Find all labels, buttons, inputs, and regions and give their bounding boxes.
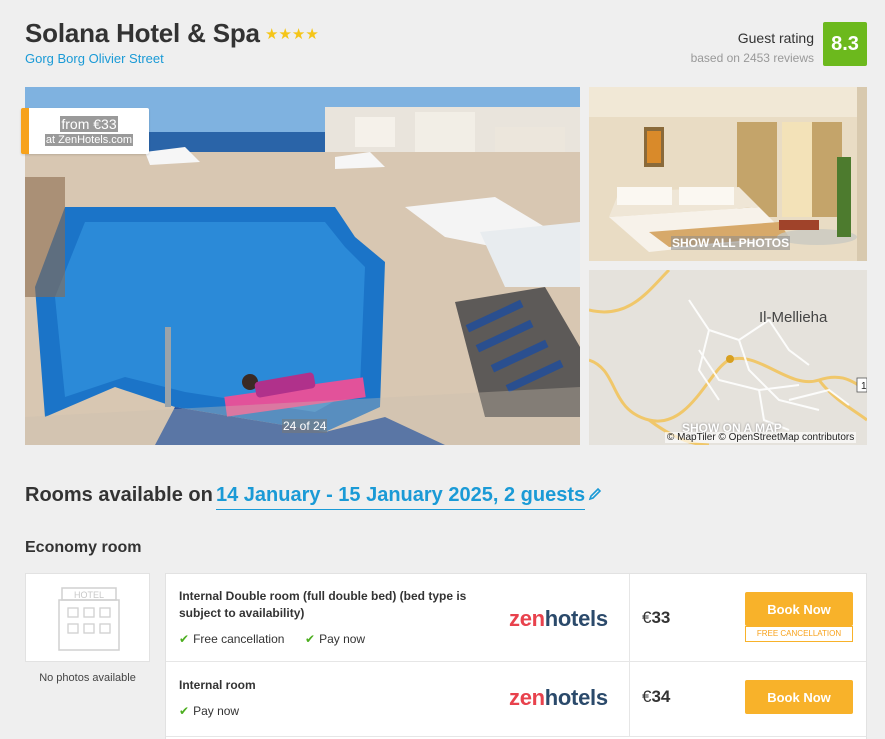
check-icon: ✔: [179, 704, 190, 718]
room-photo[interactable]: [589, 87, 867, 261]
show-all-photos-button[interactable]: SHOW ALL PHOTOS: [671, 236, 791, 250]
hotel-address-link[interactable]: Gorg Borg Olivier Street: [25, 51, 164, 66]
map-illustration: 1 Il-Mellieha: [589, 270, 867, 445]
free-cancellation-badge: FREE CANCELLATION: [745, 626, 853, 642]
star-rating-icon: ★★★★: [265, 26, 319, 43]
pencil-icon[interactable]: [588, 487, 602, 501]
feature-pay-now: ✔ Pay now: [305, 632, 366, 646]
guest-rating-label: Guest rating: [737, 30, 814, 46]
offer-room-name: Internal room: [179, 678, 256, 692]
price-tag: from €33 at ZenHotels.com: [21, 108, 149, 154]
svg-text:1: 1: [861, 381, 867, 392]
rooms-heading: Rooms available on: [25, 484, 213, 506]
map-place-label: Il-Mellieha: [759, 309, 828, 326]
offer-row: Internal Double room (full double bed) (…: [166, 574, 866, 662]
hotel-name: Solana Hotel & Spa: [25, 18, 260, 48]
location-map[interactable]: 1 Il-Mellieha: [589, 270, 867, 445]
no-photos-label: No photos available: [39, 672, 136, 684]
zenhotels-logo[interactable]: zenhotels: [509, 606, 608, 632]
no-photo-placeholder: HOTEL: [25, 573, 150, 662]
map-attribution[interactable]: © MapTiler © OpenStreetMap contributors: [665, 432, 857, 443]
book-now-button[interactable]: Book Now: [745, 592, 853, 626]
column-divider: [629, 574, 630, 661]
offer-room-name: Internal Double room (full double bed) (…: [179, 589, 467, 620]
dates-guests-link[interactable]: 14 January - 15 January 2025, 2 guests: [216, 484, 586, 510]
rating-score-badge: 8.3: [823, 22, 867, 66]
hotel-sign-text: HOTEL: [74, 590, 104, 600]
price-source: at ZenHotels.com: [44, 134, 134, 146]
zenhotels-logo[interactable]: zenhotels: [509, 685, 608, 711]
column-divider: [629, 662, 630, 736]
check-icon: ✔: [179, 632, 190, 646]
check-icon: ✔: [305, 632, 316, 646]
offer-row: Internal room ✔ Pay now zenhotels €34 Boo…: [166, 662, 866, 737]
feature-pay-now: ✔ Pay now: [179, 704, 240, 718]
photo-counter: 24 of 24: [282, 419, 328, 433]
room-type-title: Economy room: [25, 539, 142, 556]
hotel-building-icon: HOTEL: [58, 587, 120, 651]
feature-free-cancellation: ✔ Free cancellation: [179, 632, 285, 646]
price-from: from €33: [60, 116, 118, 132]
room-photo-illustration: [589, 87, 867, 261]
offer-price: €34: [642, 687, 671, 706]
review-count: based on 2453 reviews: [690, 51, 814, 65]
book-now-button[interactable]: Book Now: [745, 680, 853, 714]
offers-table: Internal Double room (full double bed) (…: [165, 573, 867, 739]
offer-price: €33: [642, 608, 671, 627]
